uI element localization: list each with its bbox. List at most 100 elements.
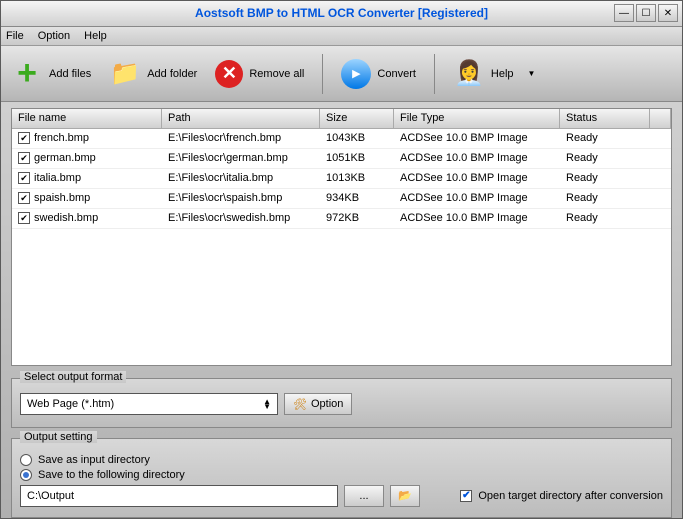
add-folder-label: Add folder bbox=[147, 68, 197, 80]
grid-header: File name Path Size File Type Status bbox=[12, 109, 671, 129]
maximize-button[interactable]: ☐ bbox=[636, 4, 656, 22]
menubar: File Option Help bbox=[1, 27, 682, 47]
chevron-down-icon: ▼ bbox=[528, 69, 536, 78]
cell-filetype: ACDSee 10.0 BMP Image bbox=[400, 192, 528, 204]
cell-filename: italia.bmp bbox=[34, 172, 81, 184]
tools-icon: 🛠 bbox=[293, 398, 307, 411]
help-label: Help bbox=[491, 68, 514, 80]
radio-save-to-following-label: Save to the following directory bbox=[38, 469, 185, 481]
add-files-button[interactable]: + Add files bbox=[11, 58, 91, 90]
browse-button[interactable]: ... bbox=[344, 485, 384, 507]
help-button[interactable]: 👩‍💼 Help ▼ bbox=[453, 58, 536, 90]
cell-filename: french.bmp bbox=[34, 132, 89, 144]
cell-size: 934KB bbox=[326, 192, 359, 204]
cell-filename: swedish.bmp bbox=[34, 212, 98, 224]
toolbar-divider-2 bbox=[434, 54, 435, 94]
output-format-section: Select output format Web Page (*.htm) ▲▼… bbox=[11, 378, 672, 428]
cell-filetype: ACDSee 10.0 BMP Image bbox=[400, 212, 528, 224]
cell-path: E:\Files\ocr\swedish.bmp bbox=[168, 212, 290, 224]
open-target-label: Open target directory after conversion bbox=[478, 490, 663, 502]
output-section-title: Output setting bbox=[20, 431, 97, 443]
radio-save-to-following-row[interactable]: Save to the following directory bbox=[20, 469, 663, 481]
cell-size: 1043KB bbox=[326, 132, 365, 144]
format-selected: Web Page (*.htm) bbox=[27, 398, 114, 410]
cell-filetype: ACDSee 10.0 BMP Image bbox=[400, 172, 528, 184]
remove-all-button[interactable]: ✕ Remove all bbox=[215, 60, 304, 88]
col-header-filetype[interactable]: File Type bbox=[394, 109, 560, 128]
close-button[interactable]: ✕ bbox=[658, 4, 678, 22]
help-icon: 👩‍💼 bbox=[453, 58, 485, 90]
spinner-arrows-icon: ▲▼ bbox=[263, 399, 271, 409]
cell-filename: german.bmp bbox=[34, 152, 96, 164]
radio-save-as-input[interactable] bbox=[20, 454, 32, 466]
row-checkbox[interactable]: ✔ bbox=[18, 152, 30, 164]
toolbar: + Add files 📁 Add folder ✕ Remove all ▶ … bbox=[1, 46, 682, 101]
table-row[interactable]: ✔ swedish.bmp E:\Files\ocr\swedish.bmp 972K… bbox=[12, 209, 671, 229]
table-row[interactable]: ✔ french.bmp E:\Files\ocr\french.bmp 1043KB… bbox=[12, 129, 671, 149]
cell-filename: spaish.bmp bbox=[34, 192, 90, 204]
browse-label: ... bbox=[359, 490, 368, 502]
output-path-value: C:\Output bbox=[27, 490, 74, 502]
row-checkbox[interactable]: ✔ bbox=[18, 172, 30, 184]
cell-path: E:\Files\ocr\german.bmp bbox=[168, 152, 288, 164]
cell-status: Ready bbox=[566, 152, 598, 164]
table-row[interactable]: ✔ italia.bmp E:\Files\ocr\italia.bmp 1013KB… bbox=[12, 169, 671, 189]
output-path-row: C:\Output ... 📂 ✔ Open target directory … bbox=[20, 485, 663, 507]
window-controls: — ☐ ✕ bbox=[614, 4, 678, 22]
radio-save-as-input-label: Save as input directory bbox=[38, 454, 150, 466]
menu-help[interactable]: Help bbox=[84, 30, 107, 42]
col-header-size[interactable]: Size bbox=[320, 109, 394, 128]
cell-size: 972KB bbox=[326, 212, 359, 224]
add-folder-button[interactable]: 📁 Add folder bbox=[109, 58, 197, 90]
minimize-button[interactable]: — bbox=[614, 4, 634, 22]
play-icon: ▶ bbox=[341, 59, 371, 89]
add-files-label: Add files bbox=[49, 68, 91, 80]
cell-size: 1013KB bbox=[326, 172, 365, 184]
output-setting-section: Output setting Save as input directory S… bbox=[11, 438, 672, 518]
radio-save-to-following[interactable] bbox=[20, 469, 32, 481]
folder-open-icon: 📂 bbox=[398, 489, 412, 502]
cell-path: E:\Files\ocr\spaish.bmp bbox=[168, 192, 282, 204]
format-option-label: Option bbox=[311, 398, 343, 410]
col-header-path[interactable]: Path bbox=[162, 109, 320, 128]
col-header-status[interactable]: Status bbox=[560, 109, 650, 128]
app-window: Aostsoft BMP to HTML OCR Converter [Regi… bbox=[0, 0, 683, 519]
format-section-title: Select output format bbox=[20, 371, 126, 383]
window-title: Aostsoft BMP to HTML OCR Converter [Regi… bbox=[195, 6, 488, 20]
open-target-row[interactable]: ✔ Open target directory after conversion bbox=[460, 490, 663, 502]
row-checkbox[interactable]: ✔ bbox=[18, 192, 30, 204]
menu-file[interactable]: File bbox=[6, 30, 24, 42]
cell-status: Ready bbox=[566, 132, 598, 144]
cell-status: Ready bbox=[566, 172, 598, 184]
toolbar-divider bbox=[322, 54, 323, 94]
cell-filetype: ACDSee 10.0 BMP Image bbox=[400, 152, 528, 164]
folder-icon: 📁 bbox=[109, 58, 141, 90]
cell-path: E:\Files\ocr\french.bmp bbox=[168, 132, 281, 144]
open-target-checkbox[interactable]: ✔ bbox=[460, 490, 472, 502]
row-checkbox[interactable]: ✔ bbox=[18, 212, 30, 224]
radio-save-as-input-row[interactable]: Save as input directory bbox=[20, 454, 663, 466]
titlebar: Aostsoft BMP to HTML OCR Converter [Regi… bbox=[1, 1, 682, 27]
format-dropdown[interactable]: Web Page (*.htm) ▲▼ bbox=[20, 393, 278, 415]
table-row[interactable]: ✔ german.bmp E:\Files\ocr\german.bmp 1051KB… bbox=[12, 149, 671, 169]
cell-size: 1051KB bbox=[326, 152, 365, 164]
col-header-filename[interactable]: File name bbox=[12, 109, 162, 128]
cell-path: E:\Files\ocr\italia.bmp bbox=[168, 172, 273, 184]
convert-label: Convert bbox=[377, 68, 416, 80]
cell-filetype: ACDSee 10.0 BMP Image bbox=[400, 132, 528, 144]
cell-status: Ready bbox=[566, 192, 598, 204]
plus-icon: + bbox=[11, 58, 43, 90]
remove-all-label: Remove all bbox=[249, 68, 304, 80]
file-grid: File name Path Size File Type Status ✔ fr… bbox=[11, 108, 672, 367]
grid-body: ✔ french.bmp E:\Files\ocr\french.bmp 1043KB… bbox=[12, 129, 671, 229]
table-row[interactable]: ✔ spaish.bmp E:\Files\ocr\spaish.bmp 934KB A… bbox=[12, 189, 671, 209]
menu-option[interactable]: Option bbox=[38, 30, 70, 42]
format-option-button[interactable]: 🛠 Option bbox=[284, 393, 352, 415]
cell-status: Ready bbox=[566, 212, 598, 224]
col-header-pad bbox=[650, 109, 671, 128]
open-folder-button[interactable]: 📂 bbox=[390, 485, 420, 507]
convert-button[interactable]: ▶ Convert bbox=[341, 59, 416, 89]
output-path-input[interactable]: C:\Output bbox=[20, 485, 338, 507]
row-checkbox[interactable]: ✔ bbox=[18, 132, 30, 144]
remove-icon: ✕ bbox=[215, 60, 243, 88]
